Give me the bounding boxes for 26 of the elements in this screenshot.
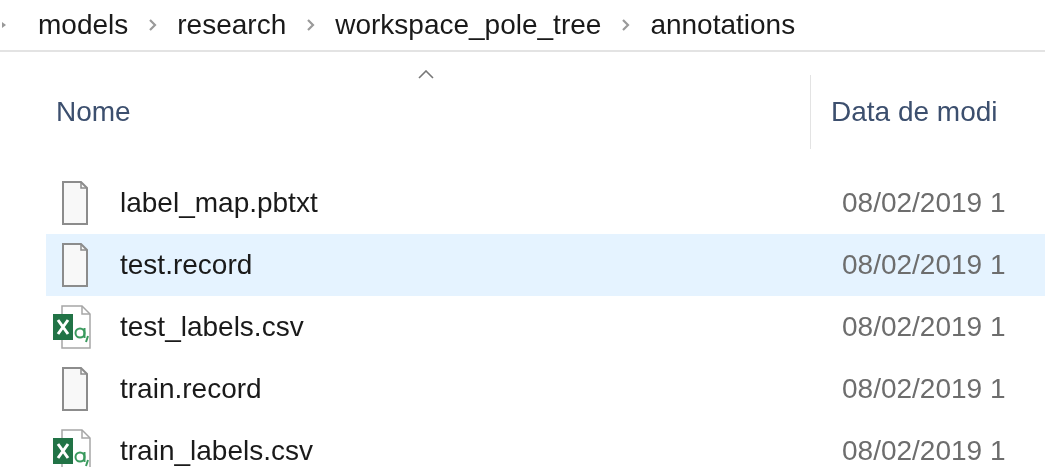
breadcrumb-item[interactable]: annotations xyxy=(650,9,796,41)
column-header[interactable]: Nome xyxy=(56,96,131,127)
modified-date: 08/02/2019 1 xyxy=(842,311,1006,343)
file-row[interactable]: test_labels.csv 08/02/2019 1 xyxy=(46,296,1045,358)
file-row[interactable]: test.record 08/02/2019 1 xyxy=(46,234,1045,296)
file-row[interactable]: train_labels.csv 08/02/2019 1 xyxy=(46,420,1045,467)
file-name: train.record xyxy=(120,373,262,405)
chevron-icon xyxy=(621,18,631,32)
file-row[interactable]: label_map.pbtxt 08/02/2019 1 xyxy=(46,172,1045,234)
file-name: train_labels.csv xyxy=(120,435,313,467)
file-name: test.record xyxy=(120,249,253,281)
modified-date: 08/02/2019 1 xyxy=(842,435,1006,467)
chevron-icon xyxy=(148,18,158,32)
sort-caret-icon[interactable] xyxy=(418,70,434,79)
column-header[interactable]: Data de modi xyxy=(831,96,998,128)
modified-date: 08/02/2019 1 xyxy=(842,249,1006,281)
chevron-icon xyxy=(306,18,316,32)
modified-date: 08/02/2019 1 xyxy=(842,373,1006,405)
file-name: label_map.pbtxt xyxy=(120,187,318,219)
file-row[interactable]: train.record 08/02/2019 1 xyxy=(46,358,1045,420)
breadcrumb-separator-icon xyxy=(2,22,6,28)
breadcrumb-item[interactable]: workspace_pole_tree xyxy=(335,9,602,41)
breadcrumb-item[interactable]: models xyxy=(38,9,129,41)
file-name: test_labels.csv xyxy=(120,311,304,343)
breadcrumb-item[interactable]: research xyxy=(177,9,287,41)
modified-date: 08/02/2019 1 xyxy=(842,187,1006,219)
